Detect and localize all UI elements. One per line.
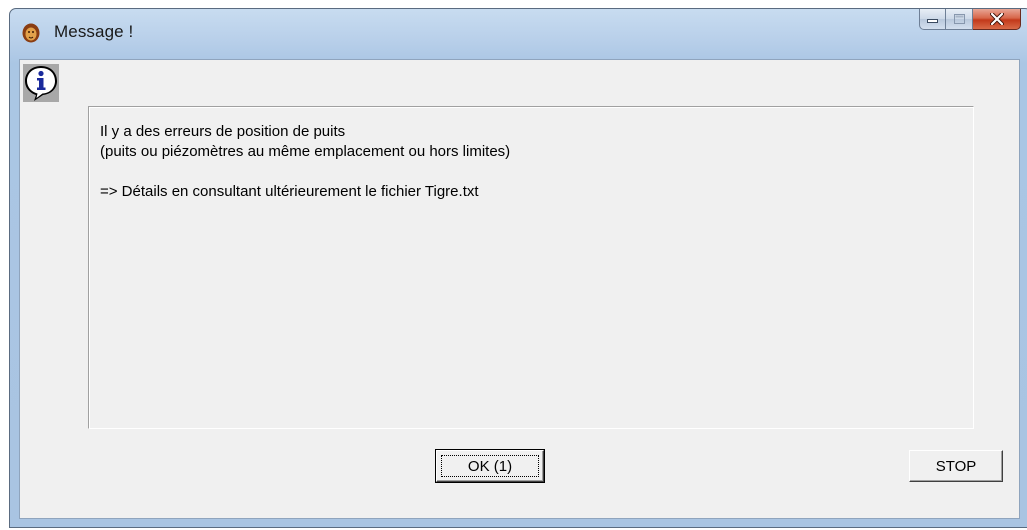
dialog-body: Il y a des erreurs de position de puits … xyxy=(19,59,1020,519)
message-line-2: (puits ou piézomètres au même emplacemen… xyxy=(100,143,511,160)
ok-button[interactable]: OK (1) xyxy=(435,449,545,483)
message-line-1: Il y a des erreurs de position de puits xyxy=(100,123,346,140)
focus-rectangle xyxy=(441,455,539,477)
minimize-button[interactable] xyxy=(919,9,946,30)
window-title: Message ! xyxy=(54,22,134,41)
close-button[interactable] xyxy=(973,9,1021,30)
lion-head-icon xyxy=(22,23,40,43)
close-icon xyxy=(989,13,1004,25)
info-icon xyxy=(23,64,59,102)
message-panel: Il y a des erreurs de position de puits … xyxy=(88,106,974,429)
dialog-window: Message ! Il y a des erreurs de position… xyxy=(9,8,1027,528)
maximize-icon xyxy=(953,14,965,24)
caption-buttons xyxy=(919,9,1021,31)
stop-button-label: STOP xyxy=(935,457,977,475)
maximize-button[interactable] xyxy=(946,9,973,30)
minimize-icon xyxy=(927,19,938,23)
title-bar[interactable]: Message ! xyxy=(10,9,1027,59)
message-line-4: => Détails en consultant ultérieurement … xyxy=(100,183,479,200)
stop-button[interactable]: STOP xyxy=(909,450,1003,482)
